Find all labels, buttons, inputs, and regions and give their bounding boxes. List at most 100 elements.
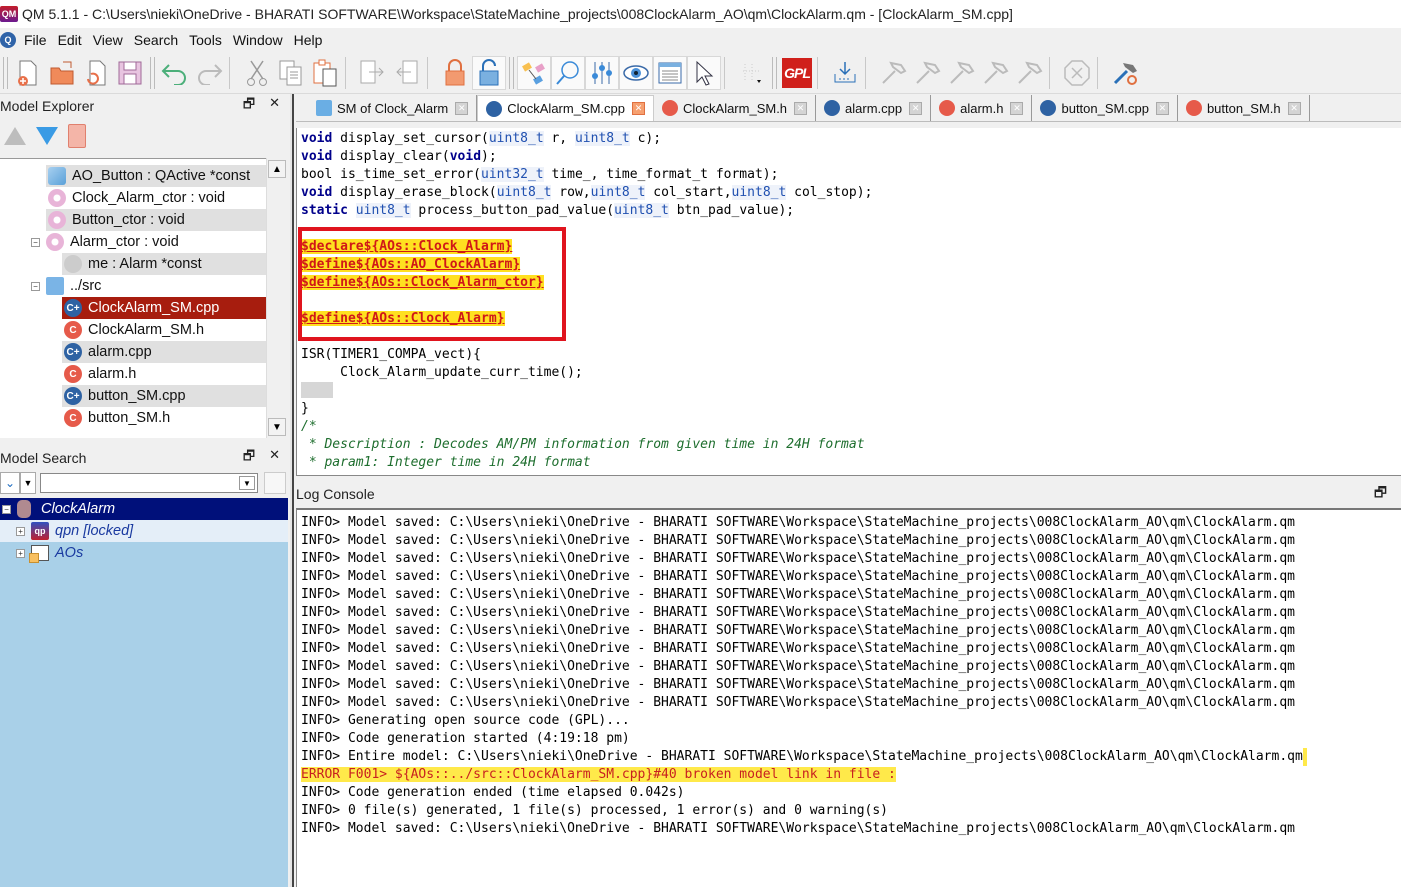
h-file-icon (1185, 100, 1202, 116)
save-model-icon[interactable] (113, 56, 147, 90)
tab-button-sm-cpp[interactable]: button_SM.cpp ✕ (1032, 95, 1178, 121)
tab-clockalarm-sm-cpp[interactable]: ClockAlarm_SM.cpp ✕ (477, 95, 655, 121)
menu-edit[interactable]: Edit (54, 32, 89, 48)
close-tab-icon[interactable]: ✕ (909, 101, 923, 115)
menu-view[interactable]: View (89, 32, 130, 48)
reload-model-icon[interactable] (79, 56, 113, 90)
tree-item[interactable]: me : Alarm *const (0, 253, 266, 275)
generate-code-icon[interactable] (828, 56, 862, 90)
stop-icon[interactable] (1060, 56, 1094, 90)
search-icon[interactable] (551, 55, 585, 90)
menu-window[interactable]: Window (229, 32, 290, 48)
log-console[interactable]: INFO> Model saved: C:\Users\nieki\OneDri… (296, 508, 1401, 887)
toolbar-grip[interactable] (509, 56, 514, 89)
expand-icon[interactable]: + (16, 526, 25, 536)
expand-icon[interactable]: + (16, 548, 25, 558)
close-tab-icon[interactable]: ✕ (455, 101, 469, 115)
scroll-down-icon[interactable]: ▼ (268, 418, 286, 436)
build-icon-3[interactable] (944, 56, 978, 90)
log-text: INFO> 0 file(s) generated, 1 file(s) pro… (301, 803, 888, 818)
collapse-icon[interactable]: − (31, 281, 40, 291)
undo-icon[interactable] (158, 56, 192, 90)
move-up-icon[interactable] (4, 127, 26, 145)
collapse-icon[interactable]: − (31, 237, 40, 247)
code-token: display_clear( (332, 149, 450, 164)
log-line: INFO> Model saved: C:\Users\nieki\OneDri… (301, 514, 1401, 532)
collapse-icon[interactable]: − (2, 504, 11, 514)
float-icon[interactable]: 🗗 (243, 447, 255, 469)
menu-tools[interactable]: Tools (185, 32, 229, 48)
lock-icon[interactable] (438, 56, 472, 90)
tab-sm-of-clock-alarm[interactable]: SM of Clock_Alarm ✕ (308, 95, 478, 121)
new-model-icon[interactable] (11, 56, 45, 90)
find-button[interactable] (264, 472, 286, 494)
search-tree-item[interactable]: + AOs (0, 542, 83, 564)
redo-icon[interactable] (192, 56, 226, 90)
menu-help[interactable]: Help (290, 32, 330, 48)
toolbar-grip[interactable] (772, 56, 777, 89)
tree-item[interactable]: C+ button_SM.cpp (0, 385, 266, 407)
properties-icon[interactable] (585, 55, 619, 90)
log-text: INFO> Entire model: C:\Users\nieki\OneDr… (301, 749, 1303, 764)
tab-alarm-cpp[interactable]: alarm.cpp ✕ (816, 95, 932, 121)
tree-item[interactable]: Clock_Alarm_ctor : void (0, 187, 266, 209)
close-tab-icon[interactable]: ✕ (1287, 101, 1301, 115)
manage-tools-icon[interactable] (1108, 56, 1142, 90)
tree-item[interactable]: C ClockAlarm_SM.h (0, 319, 266, 341)
toolbar-separator (1049, 56, 1057, 89)
model-explorer-scrollbar[interactable]: ▲ ▼ (266, 158, 286, 438)
import-link-icon[interactable] (390, 56, 424, 90)
float-icon[interactable]: 🗗 (243, 95, 255, 117)
close-tab-icon[interactable]: ✕ (794, 101, 808, 115)
build-icon-5[interactable] (1012, 56, 1046, 90)
search-input[interactable]: ▼ (40, 473, 258, 493)
gpl-license-icon[interactable]: GPL (780, 56, 814, 90)
tree-item[interactable]: C+ ClockAlarm_SM.cpp (0, 297, 266, 319)
move-down-icon[interactable] (36, 127, 58, 145)
search-scope-chevron-icon[interactable]: ⌄ (0, 472, 20, 494)
paste-icon[interactable] (308, 56, 342, 90)
tree-item[interactable]: Cbutton_SM.h (0, 407, 266, 429)
build-icon-4[interactable] (978, 56, 1012, 90)
search-tree-item[interactable]: − ClockAlarm (0, 498, 288, 520)
dock-splitter[interactable] (290, 94, 294, 887)
float-icon[interactable]: 🗗 (1374, 482, 1387, 506)
delete-icon[interactable] (68, 124, 86, 148)
tab-alarm-h[interactable]: alarm.h ✕ (931, 95, 1033, 121)
open-model-icon[interactable] (45, 56, 79, 90)
scroll-up-icon[interactable]: ▲ (268, 160, 286, 178)
unlock-icon[interactable] (472, 55, 506, 90)
toolbar-grip[interactable] (150, 56, 155, 89)
operation-icon (46, 233, 64, 251)
tab-clockalarm-sm-h[interactable]: ClockAlarm_SM.h ✕ (654, 95, 817, 121)
close-tab-icon[interactable]: ✕ (1155, 101, 1169, 115)
tree-item[interactable]: C+ alarm.cpp (0, 341, 266, 363)
select-icon[interactable] (687, 55, 721, 90)
tab-button-sm-h[interactable]: button_SM.h ✕ (1178, 95, 1310, 121)
build-icon[interactable] (876, 56, 910, 90)
cut-icon[interactable] (240, 56, 274, 90)
log-icon[interactable] (653, 55, 687, 90)
close-tab-icon[interactable]: ✕ (632, 102, 646, 115)
close-icon[interactable]: ✕ (269, 95, 280, 117)
search-tree-item[interactable]: + qp qpn [locked] (0, 520, 288, 542)
menu-file[interactable]: File (20, 32, 54, 48)
tree-item[interactable]: Button_ctor : void (0, 209, 266, 231)
search-history-dropdown[interactable]: ▼ (239, 476, 255, 490)
model-explorer-icon[interactable] (517, 55, 551, 90)
tree-item[interactable]: AO_Button : QActive *const (0, 165, 266, 187)
menu-search[interactable]: Search (130, 32, 185, 48)
grid-icon[interactable] (735, 56, 769, 90)
close-icon[interactable]: ✕ (269, 447, 280, 469)
build-icon-2[interactable] (910, 56, 944, 90)
tree-item[interactable]: Calarm.h (0, 363, 266, 385)
tree-item[interactable]: − Alarm_ctor : void (0, 231, 266, 253)
toolbar-grip[interactable] (3, 56, 8, 89)
tree-item[interactable]: − ../src (0, 275, 266, 297)
search-options-dropdown[interactable]: ▼ (20, 472, 36, 494)
copy-icon[interactable] (274, 56, 308, 90)
export-link-icon[interactable] (356, 56, 390, 90)
code-editor[interactable]: void display_set_cursor(uint8_t r, uint8… (296, 128, 1401, 476)
view-icon[interactable] (619, 55, 653, 90)
close-tab-icon[interactable]: ✕ (1010, 101, 1024, 115)
